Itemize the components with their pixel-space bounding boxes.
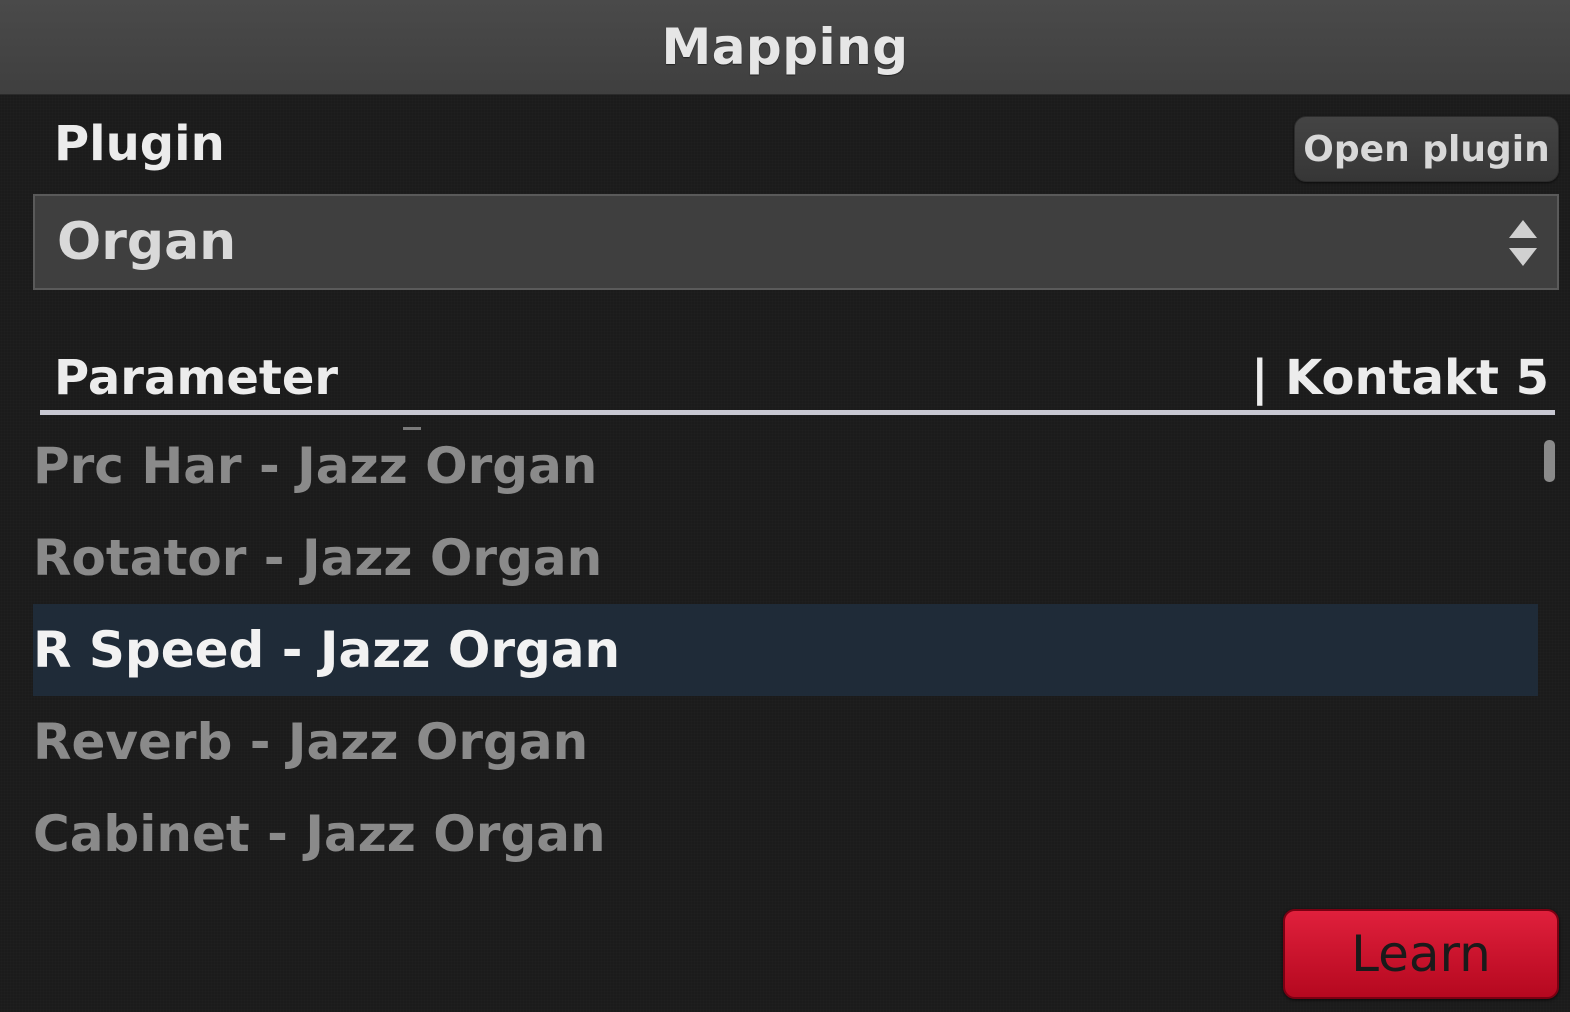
open-plugin-button[interactable]: Open plugin: [1294, 116, 1559, 182]
learn-button[interactable]: Learn: [1283, 909, 1559, 999]
plugin-label: Plugin: [54, 116, 225, 172]
parameter-list-scrollbar[interactable]: [1541, 438, 1557, 884]
plugin-select[interactable]: Organ: [33, 194, 1559, 290]
parameter-item[interactable]: Reverb - Jazz Organ: [33, 696, 1538, 788]
plugin-select-value: Organ: [57, 212, 237, 272]
parameter-item[interactable]: Cabinet - Jazz Organ: [33, 788, 1538, 880]
parameter-column-label: Parameter: [54, 350, 339, 406]
parameter-item[interactable]: Rotator - Jazz Organ: [33, 512, 1538, 604]
parameter-item[interactable]: Prc Har - Jazz Organ: [33, 420, 1538, 512]
parameter-list[interactable]: Prc Har - Jazz Organ Rotator - Jazz Orga…: [33, 420, 1538, 886]
parameter-list-header: Parameter | Kontakt 5: [40, 346, 1555, 415]
up-down-stepper-icon: [1509, 220, 1537, 266]
parameter-source-label: | Kontakt 5: [1250, 350, 1549, 406]
panel-title: Mapping: [661, 18, 909, 76]
mapping-panel: Mapping Plugin Open plugin Organ Paramet…: [0, 0, 1570, 1012]
parameter-item-selected[interactable]: R Speed - Jazz Organ: [33, 604, 1538, 696]
scrollbar-thumb[interactable]: [1544, 440, 1555, 482]
title-bar: Mapping: [0, 0, 1570, 95]
